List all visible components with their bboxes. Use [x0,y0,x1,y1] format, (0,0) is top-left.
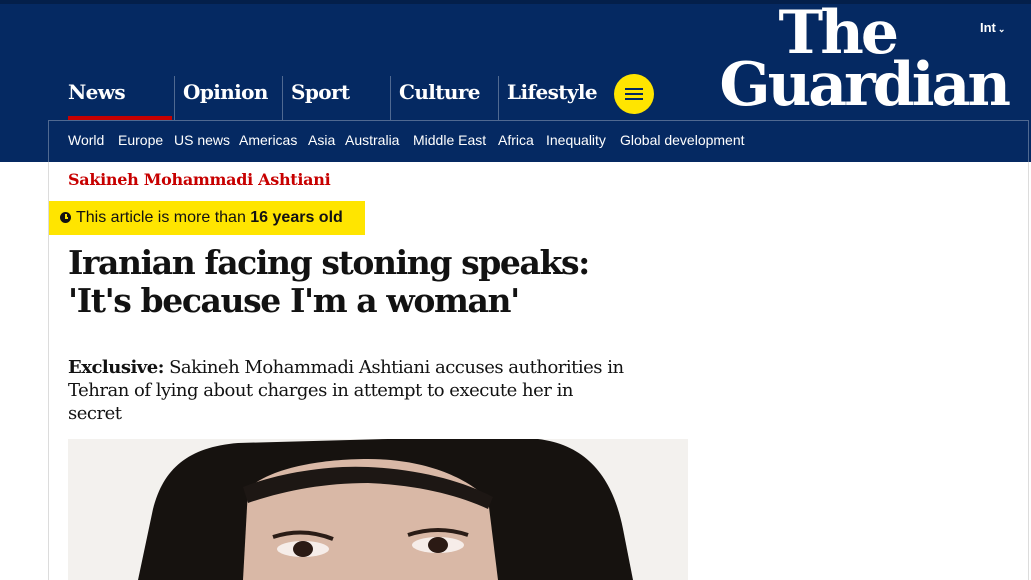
subnav-middle-east[interactable]: Middle East [413,132,486,148]
article-headline: Iranian facing stoning speaks: 'It's bec… [68,243,590,320]
pillar-lifestyle[interactable]: Lifestyle [498,76,608,120]
pillar-culture[interactable]: Culture [390,76,498,120]
article-standfirst: Exclusive: Sakineh Mohammadi Ashtiani ac… [68,356,628,425]
hamburger-icon [625,88,643,103]
age-warning-value: 16 years old [250,209,343,226]
subnav-us-news[interactable]: US news [174,132,230,148]
article-main-image [68,439,688,580]
content-divider-right [1028,162,1029,580]
logo-line-2: Guardian [719,49,1011,120]
portrait-photo [68,439,688,580]
guardian-logo[interactable]: The Guardian [712,3,1012,120]
subnav-world[interactable]: World [68,132,104,148]
subnav: World Europe US news Americas Asia Austr… [48,120,1029,162]
clock-icon [60,212,71,223]
subnav-africa[interactable]: Africa [498,132,534,148]
subnav-europe[interactable]: Europe [118,132,163,148]
subnav-americas[interactable]: Americas [239,132,297,148]
pillar-opinion[interactable]: Opinion [174,76,282,120]
pillar-sport[interactable]: Sport [282,76,390,120]
masthead: Int ⌄ The Guardian News Opinion Sport Cul… [0,0,1031,162]
series-kicker[interactable]: Sakineh Mohammadi Ashtiani [68,170,331,189]
subnav-australia[interactable]: Australia [345,132,399,148]
menu-button[interactable] [614,74,654,114]
standfirst-label: Exclusive: [68,357,164,378]
subnav-asia[interactable]: Asia [308,132,335,148]
subnav-inequality[interactable]: Inequality [546,132,606,148]
pillar-news[interactable]: News [60,76,176,120]
article-age-warning: This article is more than 16 years old [49,201,365,235]
age-warning-prefix: This article is more than [76,209,251,226]
subnav-global-development[interactable]: Global development [620,132,745,148]
